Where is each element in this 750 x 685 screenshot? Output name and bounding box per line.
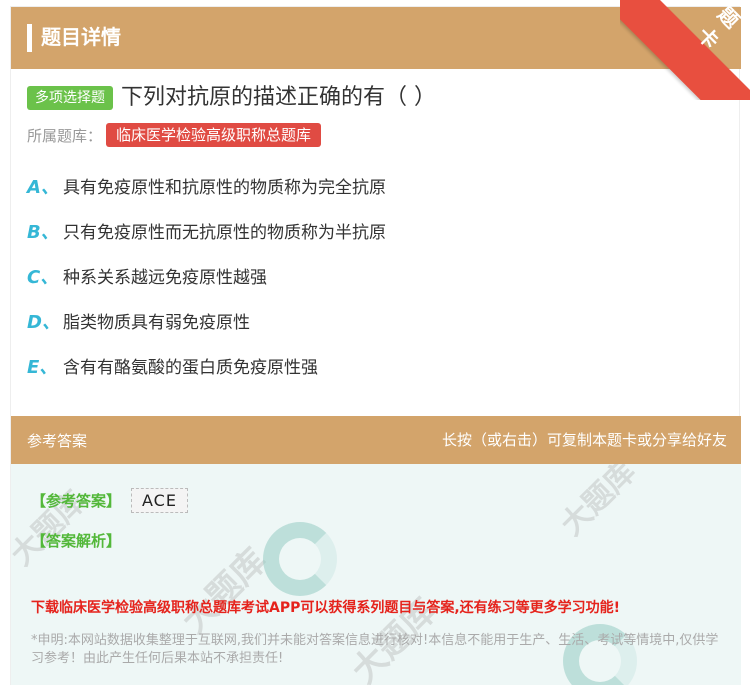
question-card: 题目详情 多项选择题 下列对抗原的描述正确的有（ ） 所属题库： 临床医学检验高… [10, 6, 741, 685]
option-a: A、 具有免疫原性和抗原性的物质称为完全抗原 [27, 175, 386, 220]
download-app-promo[interactable]: 下载临床医学检验高级职称总题库考试APP可以获得系列题目与答案,还有练习等更多学… [31, 597, 620, 617]
watermark: 大题库 [554, 464, 643, 543]
bank-link[interactable]: 临床医学检验高级职称总题库 [106, 123, 322, 147]
watermark-logo [263, 522, 337, 596]
option-letter: E、 [27, 357, 58, 378]
option-e: E、 含有有酪氨酸的蛋白质免疫原性强 [27, 355, 386, 400]
answer-section-title: 参考答案 [27, 432, 88, 450]
bank-label: 所属题库： [27, 126, 103, 145]
header-accent-bar [27, 24, 32, 52]
answer-header-bar: 参考答案 长按（或右击）可复制本题卡或分享给好友 [11, 416, 741, 464]
option-text: 只有免疫原性而无抗原性的物质称为半抗原 [63, 223, 386, 243]
option-text: 种系关系越远免疫原性越强 [63, 268, 267, 288]
analysis-label: 【答案解析】 [31, 532, 122, 550]
option-letter: B、 [27, 222, 59, 243]
option-letter: D、 [27, 312, 60, 333]
watermark: 大题库 [174, 540, 275, 642]
reference-answer: 【参考答案】 ACE [31, 488, 188, 513]
option-b: B、 只有免疫原性而无抗原性的物质称为半抗原 [27, 220, 386, 265]
reference-answer-label: 【参考答案】 [31, 492, 122, 510]
option-d: D、 脂类物质具有弱免疫原性 [27, 310, 386, 355]
question-line: 多项选择题 下列对抗原的描述正确的有（ ） [27, 83, 436, 113]
corner-ribbon: 题卡 [620, 0, 750, 100]
question-type-badge: 多项选择题 [27, 86, 113, 110]
option-text: 脂类物质具有弱免疫原性 [63, 313, 250, 333]
disclaimer-text: *申明:本网站数据收集整理于互联网,我们并未能对答案信息进行核对!本信息不能用于… [31, 633, 719, 666]
answer-analysis: 【答案解析】 [31, 530, 121, 551]
answer-value: ACE [131, 488, 188, 513]
option-letter: A、 [27, 177, 59, 198]
options-list: A、 具有免疫原性和抗原性的物质称为完全抗原 B、 只有免疫原性而无抗原性的物质… [27, 175, 386, 400]
question-bank-line: 所属题库： 临床医学检验高级职称总题库 [27, 122, 322, 148]
option-letter: C、 [27, 267, 59, 288]
share-hint: 长按（或右击）可复制本题卡或分享给好友 [441, 431, 727, 449]
option-text: 含有有酪氨酸的蛋白质免疫原性强 [63, 358, 318, 378]
option-text: 具有免疫原性和抗原性的物质称为完全抗原 [63, 178, 386, 198]
page-title: 题目详情 [41, 25, 121, 49]
question-text: 下列对抗原的描述正确的有（ ） [121, 85, 436, 110]
answer-body: 大题库 大题库 大题库 大题库 【参考答案】 ACE 【答案解析】 下载临床医学… [11, 464, 741, 685]
option-c: C、 种系关系越远免疫原性越强 [27, 265, 386, 310]
